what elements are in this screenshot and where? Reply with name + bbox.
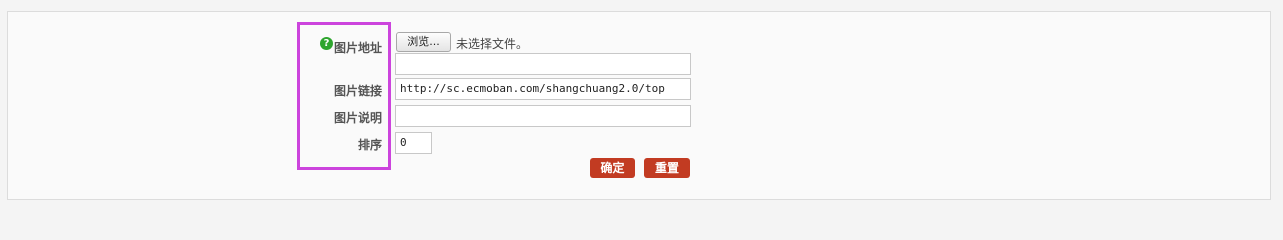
- no-file-selected-text: 未选择文件。: [456, 37, 529, 51]
- browse-button[interactable]: 浏览...: [396, 32, 451, 52]
- sort-order-label: 排序: [357, 138, 382, 152]
- help-icon[interactable]: ?: [320, 37, 333, 50]
- confirm-button[interactable]: 确定: [590, 158, 635, 178]
- image-link-input[interactable]: http://sc.ecmoban.com/shangchuang2.0/top: [395, 78, 691, 100]
- image-url-input[interactable]: [395, 53, 691, 75]
- image-link-label: 图片链接: [333, 84, 382, 98]
- image-description-input[interactable]: [395, 105, 691, 127]
- reset-button[interactable]: 重置: [644, 158, 690, 178]
- image-description-label: 图片说明: [333, 111, 382, 125]
- sort-order-input[interactable]: 0: [395, 132, 432, 154]
- image-address-label: 图片地址: [333, 41, 382, 55]
